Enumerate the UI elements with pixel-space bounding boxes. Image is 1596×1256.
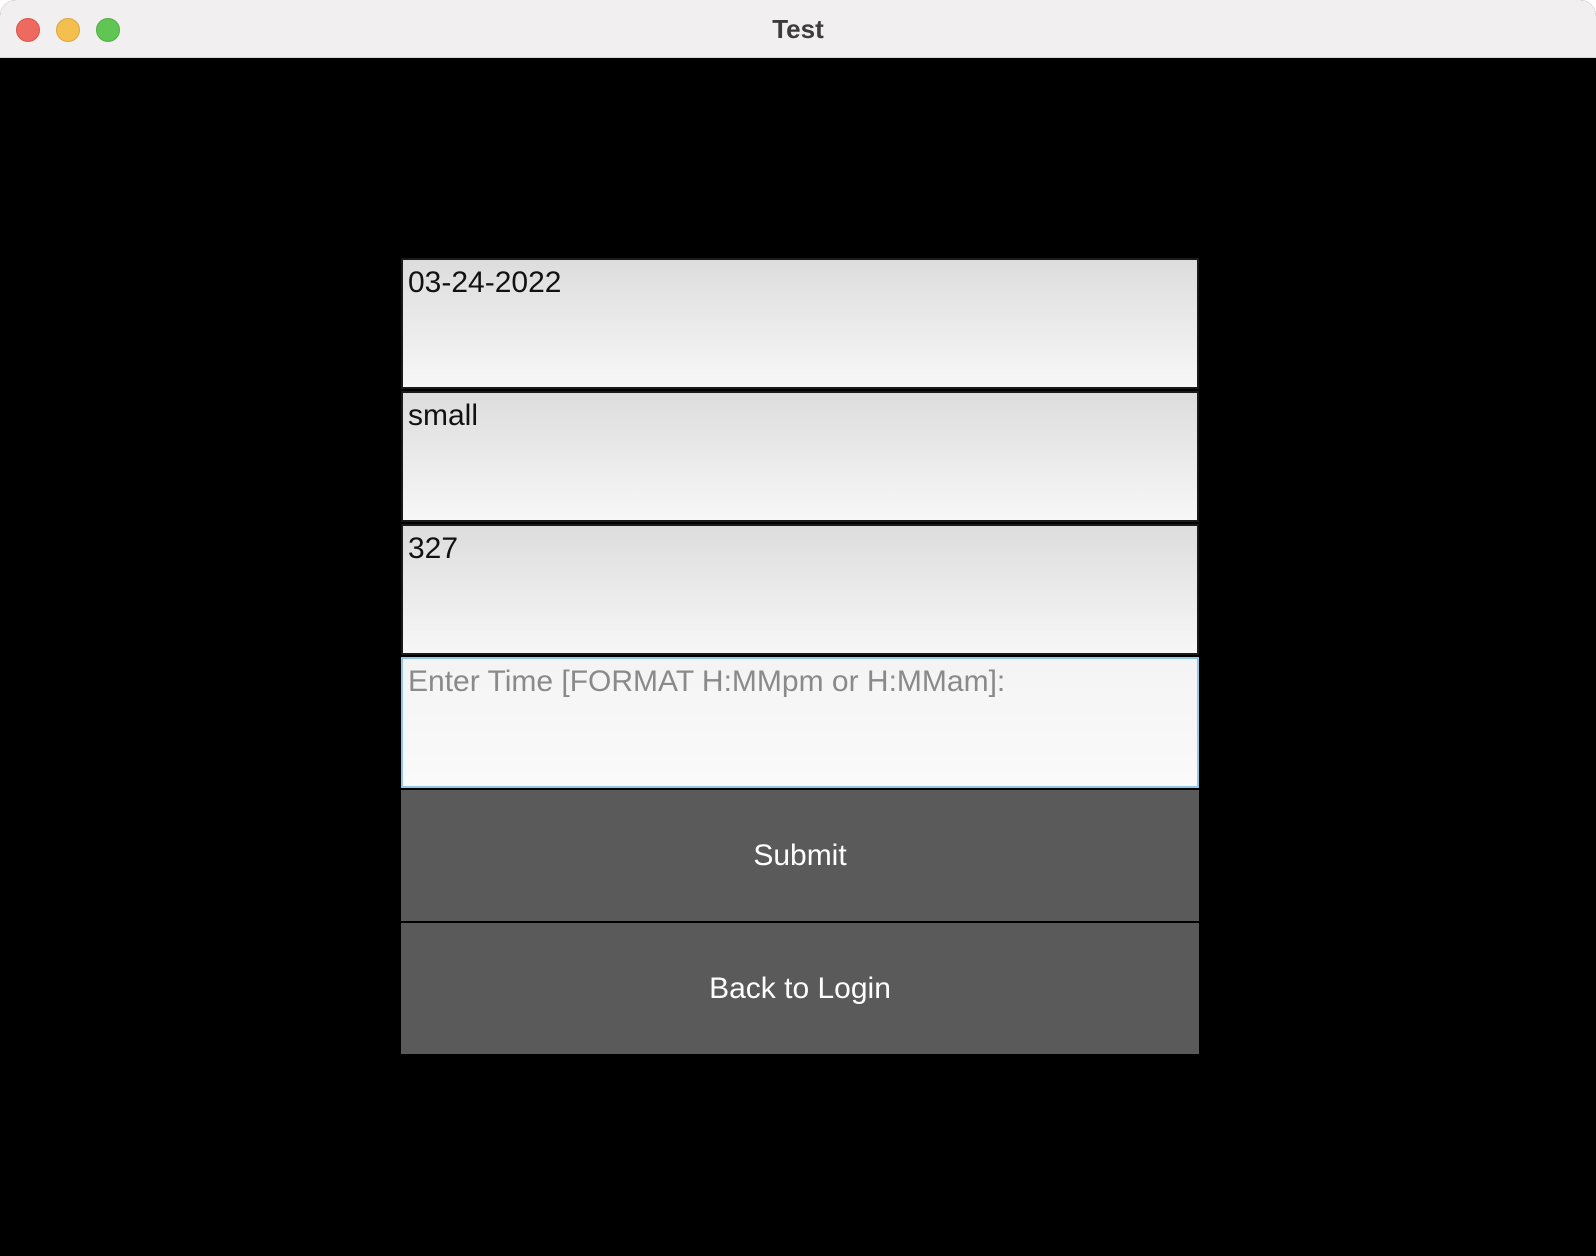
submit-button[interactable]: Submit xyxy=(401,790,1199,921)
app-window: Test 03-24-2022 small 327 Enter Time [FO… xyxy=(0,0,1596,1256)
time-input-placeholder: Enter Time [FORMAT H:MMpm or H:MMam]: xyxy=(408,665,1006,698)
time-input[interactable]: Enter Time [FORMAT H:MMpm or H:MMam]: xyxy=(401,657,1199,788)
size-field[interactable]: small xyxy=(401,391,1199,522)
date-field[interactable]: 03-24-2022 xyxy=(401,258,1199,389)
window-title: Test xyxy=(772,14,824,44)
number-field-value: 327 xyxy=(408,532,459,565)
main-content: 03-24-2022 small 327 Enter Time [FORMAT … xyxy=(0,58,1596,1256)
date-field-value: 03-24-2022 xyxy=(408,266,562,299)
title-bar: Test xyxy=(0,0,1596,58)
size-field-value: small xyxy=(408,399,479,432)
number-field[interactable]: 327 xyxy=(401,524,1199,655)
entry-form: 03-24-2022 small 327 Enter Time [FORMAT … xyxy=(401,258,1199,1056)
back-to-login-button[interactable]: Back to Login xyxy=(401,923,1199,1054)
